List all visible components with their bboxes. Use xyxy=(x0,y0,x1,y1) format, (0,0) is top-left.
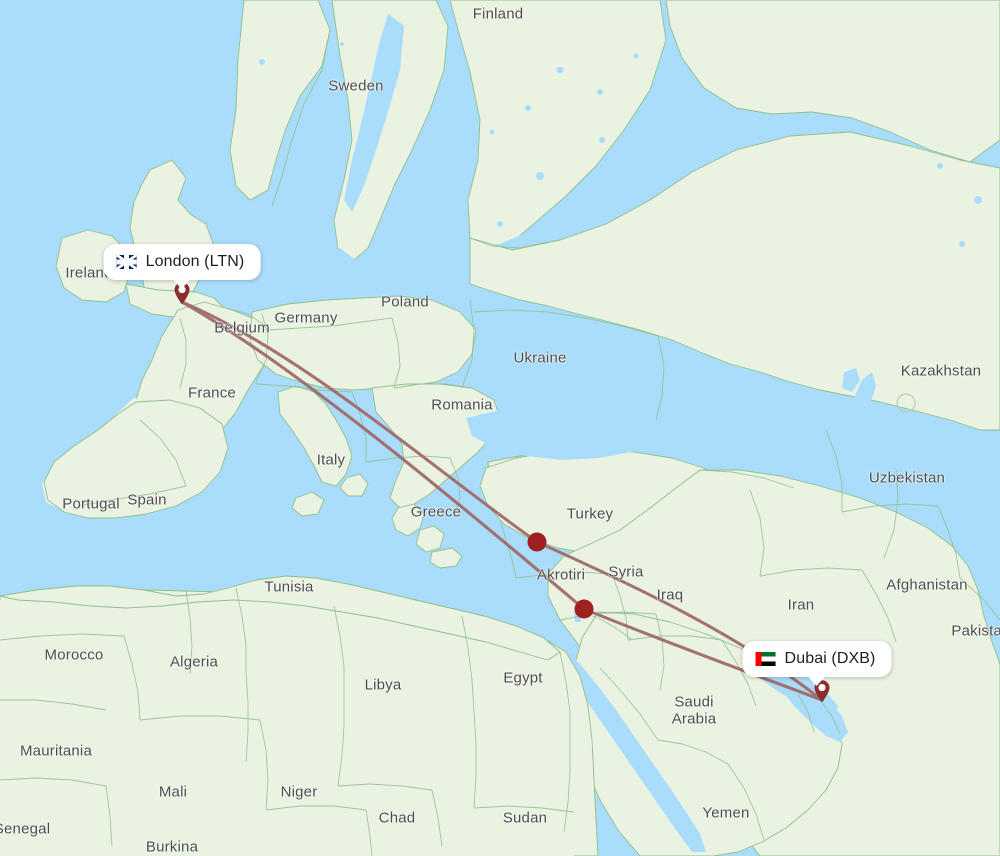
route-waypoint-marker[interactable] xyxy=(527,532,547,552)
origin-airport-tooltip[interactable]: London (LTN) xyxy=(103,244,261,289)
ae-flag-icon xyxy=(755,652,776,666)
origin-airport-label: London (LTN) xyxy=(145,253,245,270)
destination-airport-label: Dubai (DXB) xyxy=(784,650,876,667)
route-waypoint-marker[interactable] xyxy=(574,599,594,619)
destination-airport-tooltip[interactable]: Dubai (DXB) xyxy=(742,641,892,686)
map-canvas: .land { fill:#eaf2e2; stroke:#8fbf8a; st… xyxy=(0,0,1000,856)
gb-flag-icon xyxy=(116,255,137,269)
flight-route-map[interactable]: .land { fill:#eaf2e2; stroke:#8fbf8a; st… xyxy=(0,0,1000,856)
